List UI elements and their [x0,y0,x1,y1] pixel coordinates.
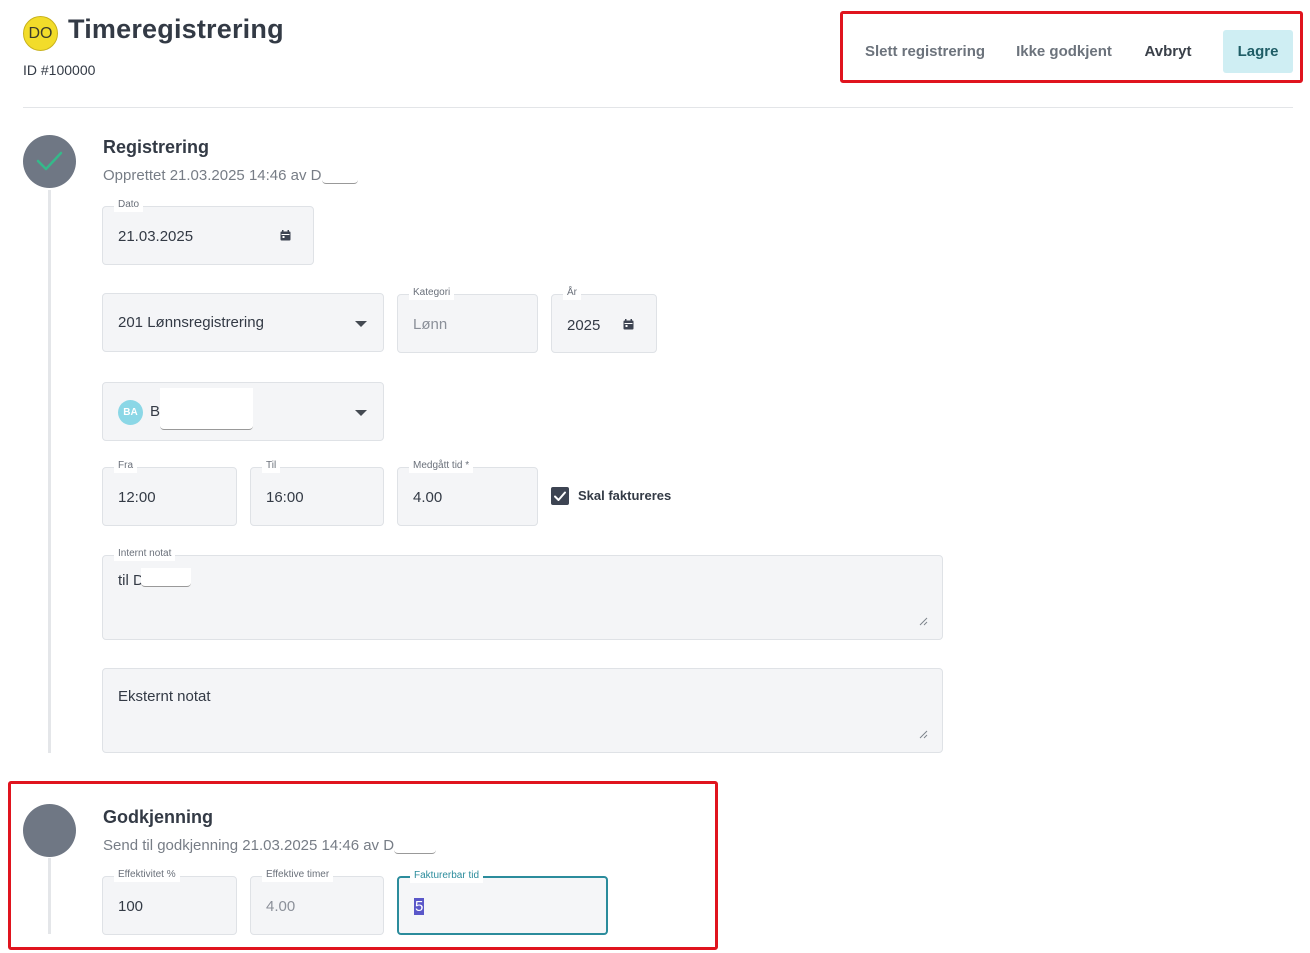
redacted-name [321,164,358,184]
year-value: 2025 [567,317,601,334]
year-label: År [563,286,581,300]
chevron-down-icon [355,321,367,327]
person-name: B [150,403,161,420]
save-button[interactable]: Lagre [1223,30,1293,73]
from-time-field[interactable]: Fra 12:00 [102,459,237,526]
person-avatar: BA [118,400,143,425]
check-icon [554,491,566,501]
effective-hours-label: Effektive timer [262,868,334,882]
billable-time-label: Fakturerbar tid [410,869,484,883]
chevron-down-icon [355,410,367,416]
user-avatar: DO [23,16,58,51]
year-field[interactable]: År 2025 [551,286,657,353]
to-label: Til [262,459,281,473]
reject-button[interactable]: Ikke godkjent [1012,30,1116,73]
person-select[interactable]: BA B [102,382,384,441]
billable-time-input[interactable]: Fakturerbar tid 5 [397,869,608,935]
delete-registration-button[interactable]: Slett registrering [861,30,989,73]
date-field[interactable]: Dato 21.03.2025 [102,198,314,265]
to-value: 16:00 [266,489,304,506]
required-mark: * [465,460,470,471]
date-label: Dato [114,198,144,212]
category-value: Lønn [413,316,448,333]
external-note-placeholder: Eksternt notat [118,688,211,705]
step-approval-indicator [23,804,76,857]
step-registration-title: Registrering [103,137,210,157]
external-note-textarea[interactable]: Eksternt notat [102,668,943,753]
cancel-button[interactable]: Avbryt [1141,30,1195,73]
header-divider [23,107,1293,108]
billable-time-value: 5 [414,898,425,915]
billable-checkbox[interactable] [551,487,569,505]
effective-hours-field: Effektive timer 4.00 [250,868,384,935]
internal-note-label: Internt notat [114,547,176,561]
resize-handle-icon[interactable] [919,617,928,626]
step-approval-title: Godkjenning [103,807,213,827]
duration-value: 4.00 [413,489,443,506]
calendar-icon[interactable] [623,319,634,330]
efficiency-value: 100 [118,898,144,915]
efficiency-field[interactable]: Effektivitet % 100 [102,868,237,935]
resize-handle-icon[interactable] [919,730,928,739]
duration-field[interactable]: Medgått tid * 4.00 [397,459,538,526]
from-value: 12:00 [118,489,156,506]
internal-note-value: til D [118,572,144,589]
effective-hours-value: 4.00 [266,898,296,915]
redacted-name [394,834,437,854]
activity-value: 201 Lønnsregistrering [118,314,264,331]
category-label: Kategori [409,286,455,300]
internal-note-textarea[interactable]: Internt notat til D [102,547,943,640]
step-approval-sent: Send til godkjenning 21.03.2025 14:46 av… [103,834,437,854]
step-registration-created: Opprettet 21.03.2025 14:46 av D [103,164,358,184]
redacted-name [141,568,191,587]
redacted-name [160,388,253,430]
step-registration-indicator [23,135,76,188]
to-time-field[interactable]: Til 16:00 [250,459,384,526]
date-value: 21.03.2025 [118,228,194,245]
checkmark-icon [36,151,63,171]
duration-label: Medgått tid * [409,459,474,473]
record-id: ID #100000 [23,62,96,78]
efficiency-label: Effektivitet % [114,868,180,882]
category-field: Kategori Lønn [397,286,538,353]
activity-select[interactable]: 201 Lønnsregistrering [102,293,384,352]
billable-label: Skal faktureres [578,488,672,503]
step-connector [48,858,51,934]
step-connector [48,190,51,753]
from-label: Fra [114,459,137,473]
action-toolbar: Slett registrering Ikke godkjent Avbryt … [840,11,1303,83]
calendar-icon[interactable] [280,230,291,241]
page-title: Timeregistrering [68,14,284,44]
